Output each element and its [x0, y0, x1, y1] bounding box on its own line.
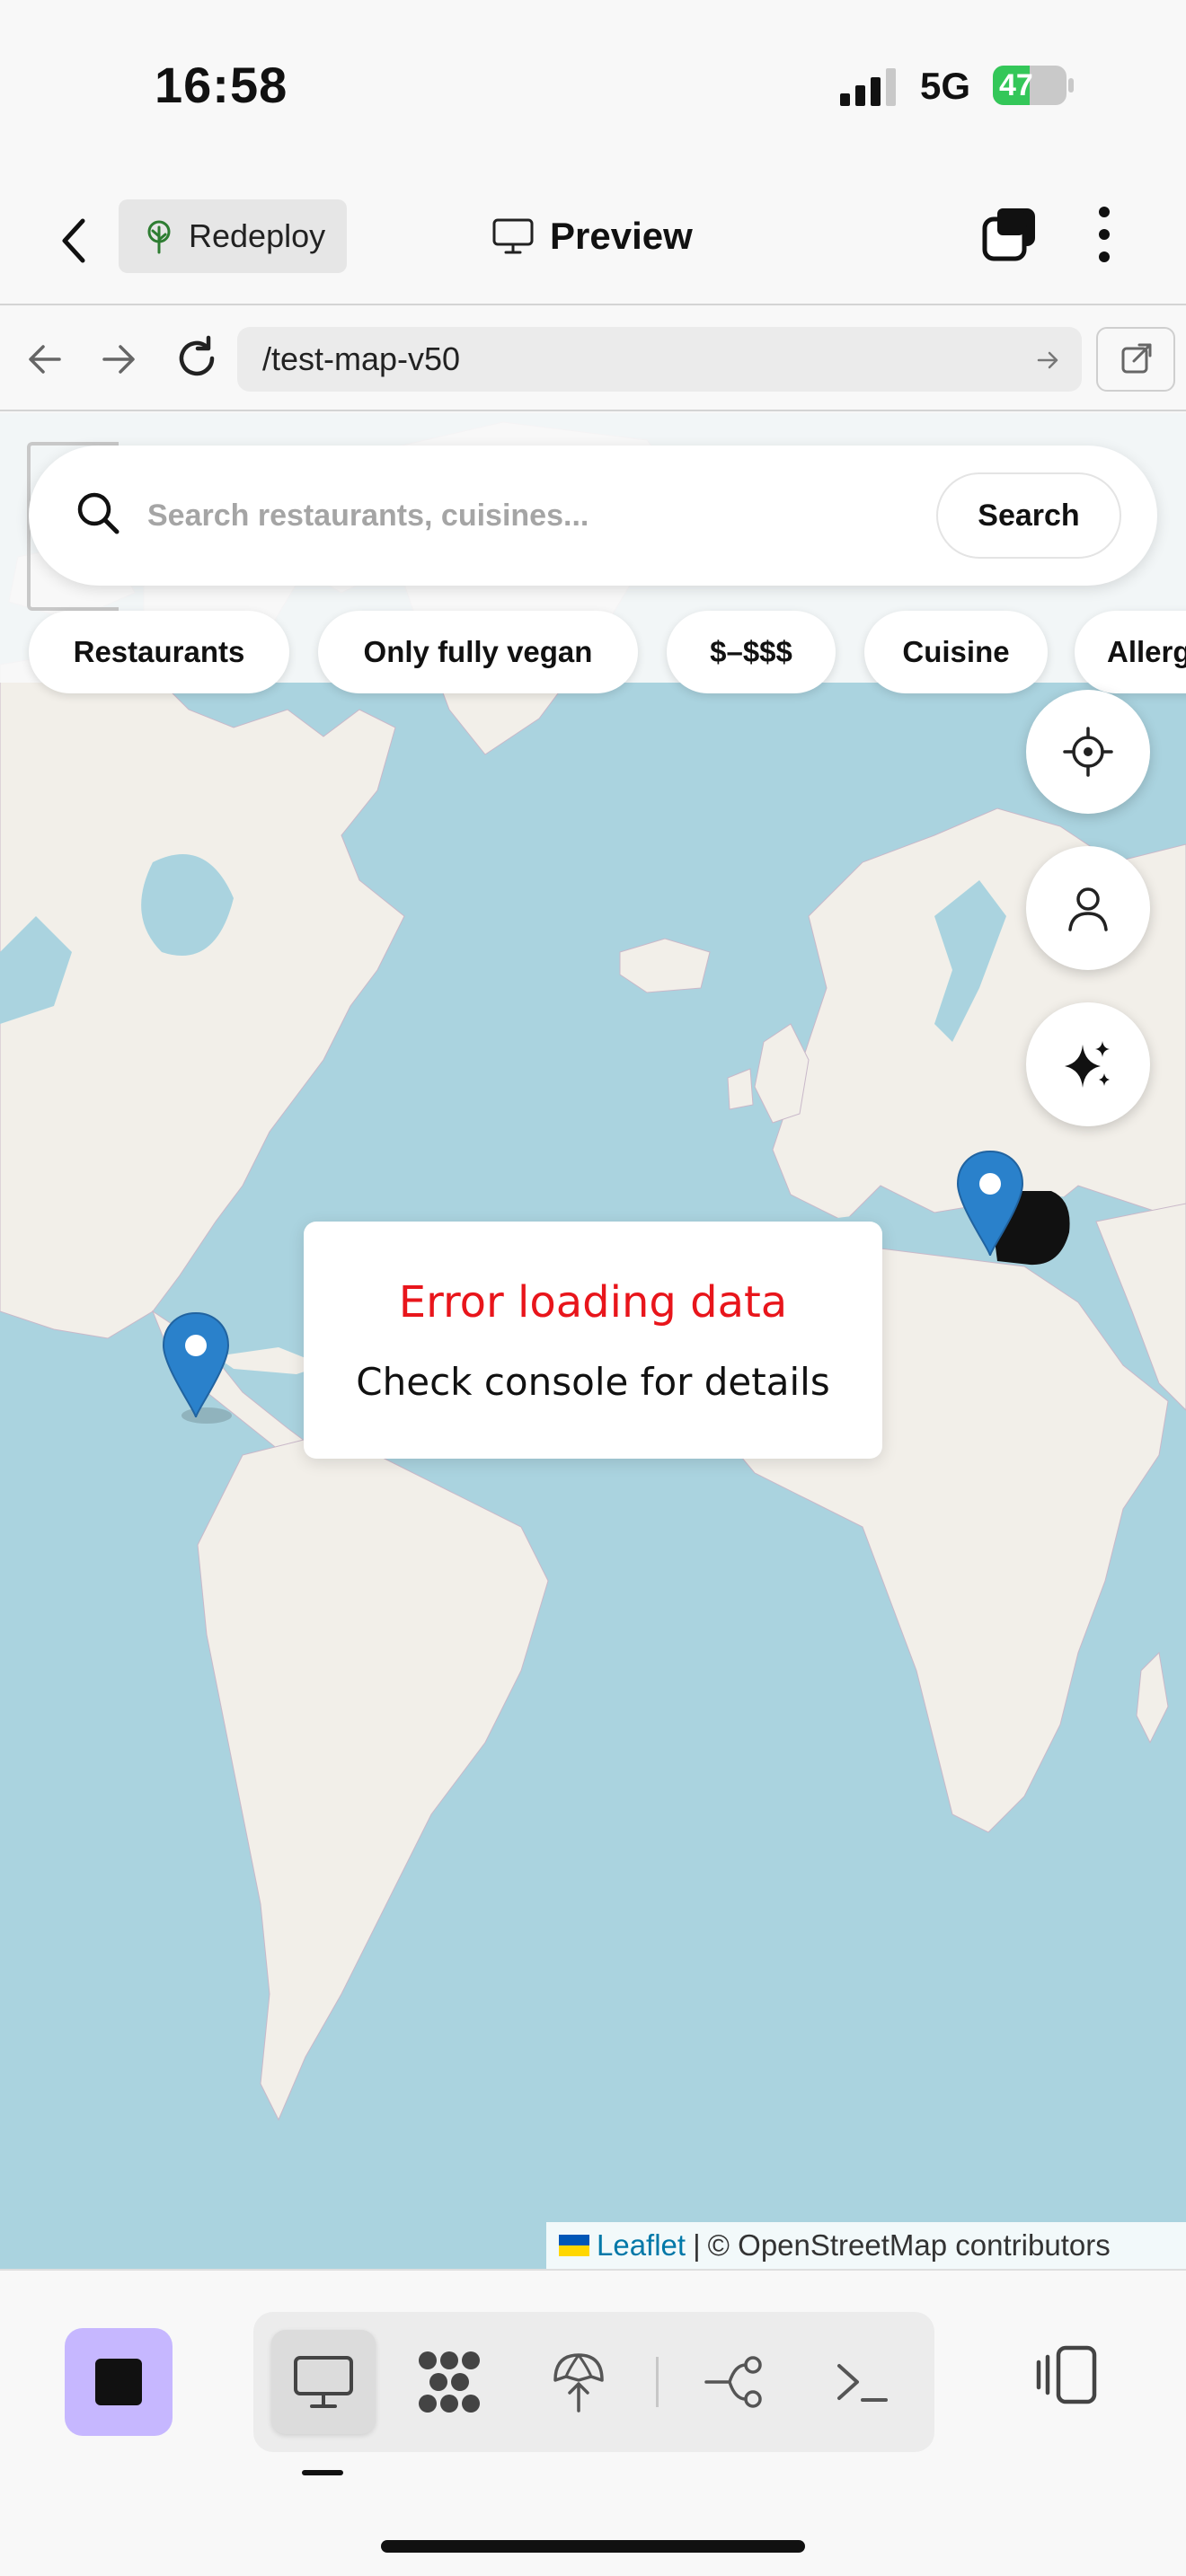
locate-button[interactable]	[1026, 690, 1150, 814]
error-popup: Error loading data Check console for det…	[304, 1222, 882, 1459]
clock: 16:58	[155, 57, 288, 113]
bottom-toolbar	[0, 2269, 1186, 2576]
leaflet-link[interactable]: Leaflet	[597, 2228, 686, 2263]
stop-button[interactable]	[65, 2328, 173, 2436]
arrow-right-icon[interactable]	[1035, 347, 1062, 374]
git-branch-icon	[704, 2356, 762, 2408]
redeploy-label: Redeploy	[189, 217, 326, 254]
segment-divider	[656, 2357, 659, 2407]
error-message: Check console for details	[356, 1360, 830, 1404]
panel-icon[interactable]	[1031, 2339, 1103, 2411]
filter-chip-vegan[interactable]: Only fully vegan	[318, 611, 638, 693]
more-vertical-icon[interactable]	[1091, 203, 1118, 266]
locate-icon	[1063, 727, 1113, 777]
chevron-left-icon[interactable]	[52, 214, 97, 268]
home-indicator	[381, 2540, 805, 2553]
map-marker[interactable]	[160, 1311, 235, 1425]
user-icon	[1068, 887, 1108, 931]
map-view[interactable]: tau Search Restaurants Only fully vegan …	[0, 413, 1186, 2269]
app-header: Redeploy Preview	[0, 171, 1186, 305]
preview-label: Preview	[550, 215, 693, 257]
filter-chip-cuisine[interactable]: Cuisine	[864, 611, 1048, 693]
desktop-view-button[interactable]	[271, 2330, 376, 2434]
status-bar: 16:58 5G 47	[0, 0, 1186, 171]
battery-icon: 47	[992, 65, 1075, 106]
open-external-icon	[1121, 343, 1152, 374]
open-external-button[interactable]	[1096, 327, 1175, 392]
browser-url-bar: /test-map-v50	[0, 307, 1186, 411]
filter-chips: Restaurants Only fully vegan $–$$$ Cuisi…	[0, 611, 1186, 701]
deploy-icon	[553, 2353, 604, 2413]
search-icon	[77, 492, 119, 534]
git-view-button[interactable]	[683, 2330, 787, 2434]
search-bar[interactable]: Search	[29, 446, 1157, 586]
search-button[interactable]: Search	[936, 472, 1121, 559]
blocks-icon	[419, 2351, 480, 2413]
map-marker[interactable]	[954, 1150, 1030, 1263]
profile-button[interactable]	[1026, 846, 1150, 970]
arrow-right-icon[interactable]	[99, 340, 138, 379]
reload-icon[interactable]	[173, 334, 221, 383]
preview-title[interactable]: Preview	[492, 205, 693, 268]
tabs-icon[interactable]	[981, 205, 1039, 262]
monitor-icon	[492, 218, 534, 254]
blocks-view-button[interactable]	[397, 2330, 501, 2434]
sparkle-icon	[1065, 1041, 1110, 1088]
filter-chip-restaurants[interactable]: Restaurants	[29, 611, 289, 693]
url-field[interactable]: /test-map-v50	[237, 327, 1082, 392]
ukraine-flag-icon	[559, 2235, 589, 2256]
filter-chip-allergens[interactable]: Allergens	[1075, 611, 1186, 693]
map-attribution: Leaflet | © OpenStreetMap contributors	[546, 2222, 1186, 2269]
redeploy-button[interactable]: Redeploy	[119, 199, 347, 273]
deploy-view-button[interactable]	[527, 2330, 631, 2434]
search-overlay: tau Search Restaurants Only fully vegan …	[0, 413, 1186, 693]
error-title: Error loading data	[398, 1277, 788, 1328]
terminal-icon	[837, 2364, 888, 2402]
osm-attribution[interactable]: © OpenStreetMap contributors	[708, 2228, 1111, 2263]
tree-icon	[147, 220, 171, 254]
ai-button[interactable]	[1026, 1002, 1150, 1126]
stop-icon	[95, 2359, 142, 2405]
signal-icon	[840, 68, 896, 106]
arrow-left-icon[interactable]	[25, 340, 65, 379]
filter-chip-price[interactable]: $–$$$	[667, 611, 836, 693]
network-type: 5G	[920, 65, 971, 107]
url-text: /test-map-v50	[262, 340, 461, 377]
view-switcher	[253, 2312, 934, 2452]
battery-level: 47	[999, 68, 1033, 102]
desktop-icon	[294, 2356, 353, 2408]
attribution-separator: |	[693, 2228, 701, 2262]
active-tab-indicator	[302, 2470, 343, 2475]
terminal-view-button[interactable]	[810, 2330, 915, 2434]
search-input[interactable]	[147, 481, 929, 550]
